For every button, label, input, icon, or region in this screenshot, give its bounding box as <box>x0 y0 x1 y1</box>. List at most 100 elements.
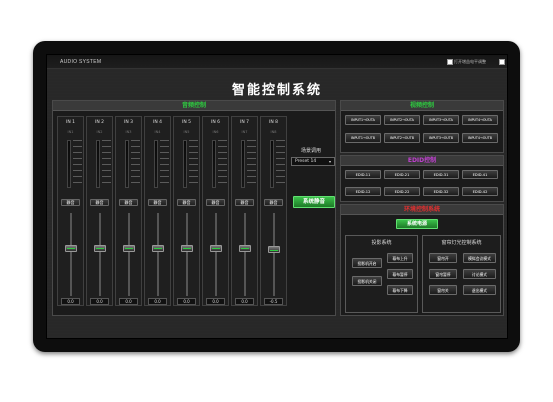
edid-button[interactable]: EDID-41 <box>462 170 498 179</box>
channel-sublabel: IN1 <box>67 130 74 134</box>
fader-track[interactable] <box>99 213 101 296</box>
level-meter <box>67 140 71 188</box>
fader-knob[interactable] <box>210 244 222 252</box>
video-route-button[interactable]: INPUT2→OUTA <box>384 115 420 125</box>
video-panel: 视频控制 INPUT1→OUTA INPUT2→OUTA INPUT3→OUTA IN… <box>340 100 504 153</box>
channel-strip: IN 2 IN2 静音 0.0 <box>86 116 113 306</box>
channel-label: IN 5 <box>182 120 191 125</box>
top-bar: AUDIO SYSTEM 打开增益电平调整 <box>47 55 507 69</box>
projection-subpanel: 投影系统 投影机开启 投影机关闭 幕布上升 幕布暂停 幕布下降 <box>345 235 418 313</box>
video-route-button[interactable]: INPUT2→OUTB <box>384 133 420 143</box>
lighting-subpanel: 窗帘灯光控制系统 窗帘开 窗帘暂停 窗帘关 模拟会议模式 讨论模式 退出模式 <box>422 235 501 313</box>
system-power-button[interactable]: 系统电源 <box>396 219 438 229</box>
fader-track[interactable] <box>186 213 188 296</box>
meter-scale <box>189 140 198 188</box>
mute-button[interactable]: 静音 <box>148 199 167 206</box>
channel-strip: IN 3 IN3 静音 0.0 <box>115 116 142 306</box>
fader-value[interactable]: 0.0 <box>235 298 254 305</box>
channel-strip: IN 1 IN1 静音 0.0 <box>57 116 84 306</box>
edid-button[interactable]: EDID-32 <box>423 187 459 196</box>
channel-strip: IN 8 IN8 静音 -0.5 <box>260 116 287 306</box>
audio-panel-title: 音频控制 <box>181 102 206 109</box>
fader-track[interactable] <box>273 213 275 296</box>
fader-knob[interactable] <box>65 244 77 252</box>
projection-button[interactable]: 投影机关闭 <box>352 276 382 286</box>
channel-sublabel: IN8 <box>270 130 277 134</box>
video-route-button[interactable]: INPUT1→OUTB <box>345 133 381 143</box>
fader-track[interactable] <box>128 213 130 296</box>
meter-scale <box>276 140 285 188</box>
lighting-button[interactable]: 讨论模式 <box>463 269 496 279</box>
channel-label: IN 3 <box>124 120 133 125</box>
lighting-button[interactable]: 窗帘开 <box>429 253 457 263</box>
projection-button[interactable]: 幕布上升 <box>387 253 413 263</box>
projection-button[interactable]: 幕布暂停 <box>387 269 413 279</box>
fader-value[interactable]: 0.0 <box>61 298 80 305</box>
mute-button[interactable]: 静音 <box>235 199 254 206</box>
fader-track[interactable] <box>244 213 246 296</box>
edid-button[interactable]: EDID-11 <box>345 170 381 179</box>
preset-select-value: Preset 14 <box>295 159 317 164</box>
level-meter <box>241 140 245 188</box>
lighting-button[interactable]: 模拟会议模式 <box>463 253 496 263</box>
fader-knob[interactable] <box>123 244 135 252</box>
edid-button[interactable]: EDID-31 <box>423 170 459 179</box>
fader-knob[interactable] <box>268 246 280 254</box>
fader-knob[interactable] <box>181 244 193 252</box>
fader-value[interactable]: 0.0 <box>177 298 196 305</box>
edid-panel: EDID控制 EDID-11 EDID-21 EDID-31 EDID-41 EDID-… <box>340 155 504 202</box>
mute-button[interactable]: 静音 <box>119 199 138 206</box>
mute-button[interactable]: 静音 <box>61 199 80 206</box>
fader-track[interactable] <box>215 213 217 296</box>
channel-strip: IN 7 IN7 静音 0.0 <box>231 116 258 306</box>
video-route-button[interactable]: INPUT4→OUTB <box>462 133 498 143</box>
projection-button[interactable]: 投影机开启 <box>352 258 382 268</box>
edid-panel-title: EDID控制 <box>407 157 437 164</box>
edid-button[interactable]: EDID-12 <box>345 187 381 196</box>
edid-button[interactable]: EDID-42 <box>462 187 498 196</box>
edid-button[interactable]: EDID-22 <box>384 187 420 196</box>
edid-button[interactable]: EDID-21 <box>384 170 420 179</box>
fader-knob[interactable] <box>152 244 164 252</box>
control-screen: AUDIO SYSTEM 打开增益电平调整 智能控制系统 音频控制 IN 1 IN… <box>46 54 508 339</box>
fader-knob[interactable] <box>239 244 251 252</box>
video-route-button[interactable]: INPUT1→OUTA <box>345 115 381 125</box>
brand-label: AUDIO SYSTEM <box>60 59 102 65</box>
lighting-button[interactable]: 退出模式 <box>463 285 496 295</box>
channel-sublabel: IN7 <box>241 130 248 134</box>
preset-select[interactable]: Preset 14 ▾ <box>291 157 335 166</box>
fader-value[interactable]: 0.0 <box>119 298 138 305</box>
channel-label: IN 8 <box>269 120 278 125</box>
video-route-button[interactable]: INPUT3→OUTA <box>423 115 459 125</box>
fader-value[interactable]: 0.0 <box>148 298 167 305</box>
video-route-button[interactable]: INPUT3→OUTB <box>423 133 459 143</box>
level-meter <box>154 140 158 188</box>
lighting-button[interactable]: 窗帘暂停 <box>429 269 457 279</box>
channel-sublabel: IN4 <box>154 130 161 134</box>
fader-track[interactable] <box>157 213 159 296</box>
system-mute-button[interactable]: 系统静音 <box>293 196 335 208</box>
fader-track[interactable] <box>70 213 72 296</box>
scene-label: 场景调用 <box>301 148 322 154</box>
mute-button[interactable]: 静音 <box>264 199 283 206</box>
settings-checkbox[interactable] <box>499 59 505 65</box>
mute-button[interactable]: 静音 <box>177 199 196 206</box>
chevron-down-icon: ▾ <box>328 159 331 164</box>
fader-value[interactable]: -0.5 <box>264 298 283 305</box>
channel-sublabel: IN5 <box>183 130 190 134</box>
fader-value[interactable]: 0.0 <box>90 298 109 305</box>
mute-button[interactable]: 静音 <box>206 199 225 206</box>
fader-value[interactable]: 0.0 <box>206 298 225 305</box>
meter-scale <box>247 140 256 188</box>
mute-button[interactable]: 静音 <box>90 199 109 206</box>
video-route-button[interactable]: INPUT4→OUTA <box>462 115 498 125</box>
channel-strip: IN 4 IN4 静音 0.0 <box>144 116 171 306</box>
gain-checkbox[interactable] <box>447 59 453 65</box>
projection-button[interactable]: 幕布下降 <box>387 285 413 295</box>
fader-knob[interactable] <box>94 244 106 252</box>
channel-strip: IN 5 IN5 静音 0.0 <box>173 116 200 306</box>
lighting-button[interactable]: 窗帘关 <box>429 285 457 295</box>
audio-panel-header: 音频控制 <box>53 101 335 111</box>
channel-label: IN 1 <box>66 120 75 125</box>
channel-sublabel: IN2 <box>96 130 103 134</box>
